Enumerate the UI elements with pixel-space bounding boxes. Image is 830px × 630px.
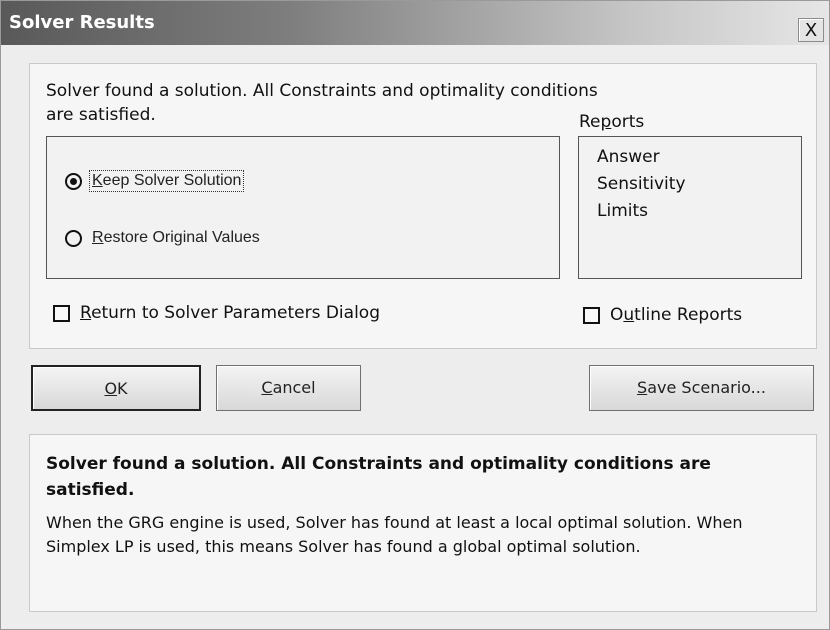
radio-checked-icon bbox=[65, 172, 82, 190]
status-message: Solver found a solution. All Constraints… bbox=[46, 81, 598, 125]
reports-label: Reports bbox=[579, 112, 645, 132]
reports-listbox[interactable]: Answer Sensitivity Limits bbox=[578, 136, 802, 279]
report-item-answer[interactable]: Answer bbox=[597, 144, 801, 171]
solution-options-group bbox=[46, 136, 560, 279]
close-icon: X bbox=[804, 20, 818, 41]
report-item-sensitivity[interactable]: Sensitivity bbox=[597, 171, 801, 198]
report-item-limits[interactable]: Limits bbox=[597, 198, 801, 225]
outline-reports-label: Outline Reports bbox=[610, 305, 743, 325]
ok-button[interactable]: OK bbox=[31, 365, 201, 411]
description-text: Solver found a solution. All Constraints… bbox=[46, 451, 776, 559]
checkbox-unchecked-icon bbox=[583, 306, 600, 324]
cancel-button[interactable]: Cancel bbox=[216, 365, 361, 411]
keep-solver-solution-radio[interactable]: Keep Solver Solution bbox=[65, 170, 245, 192]
return-to-solver-parameters-checkbox[interactable]: Return to Solver Parameters Dialog bbox=[53, 303, 380, 323]
restore-original-values-label: Restore Original Values bbox=[92, 229, 260, 246]
keep-solver-solution-label: Keep Solver Solution bbox=[89, 170, 245, 192]
dialog-title: Solver Results bbox=[9, 12, 155, 33]
description-body: When the GRG engine is used, Solver has … bbox=[46, 513, 743, 556]
radio-unchecked-icon bbox=[65, 229, 82, 247]
solver-results-dialog: Solver Results X Solver found a solution… bbox=[0, 0, 830, 630]
save-scenario-button[interactable]: Save Scenario... bbox=[589, 365, 814, 411]
title-bar[interactable]: Solver Results X bbox=[1, 1, 829, 45]
description-heading: Solver found a solution. All Constraints… bbox=[46, 454, 711, 500]
checkbox-unchecked-icon bbox=[53, 304, 70, 322]
close-button[interactable]: X bbox=[798, 18, 824, 42]
outline-reports-checkbox[interactable]: Outline Reports bbox=[583, 305, 742, 325]
restore-original-values-radio[interactable]: Restore Original Values bbox=[65, 228, 263, 248]
return-to-solver-parameters-label: Return to Solver Parameters Dialog bbox=[80, 303, 380, 323]
